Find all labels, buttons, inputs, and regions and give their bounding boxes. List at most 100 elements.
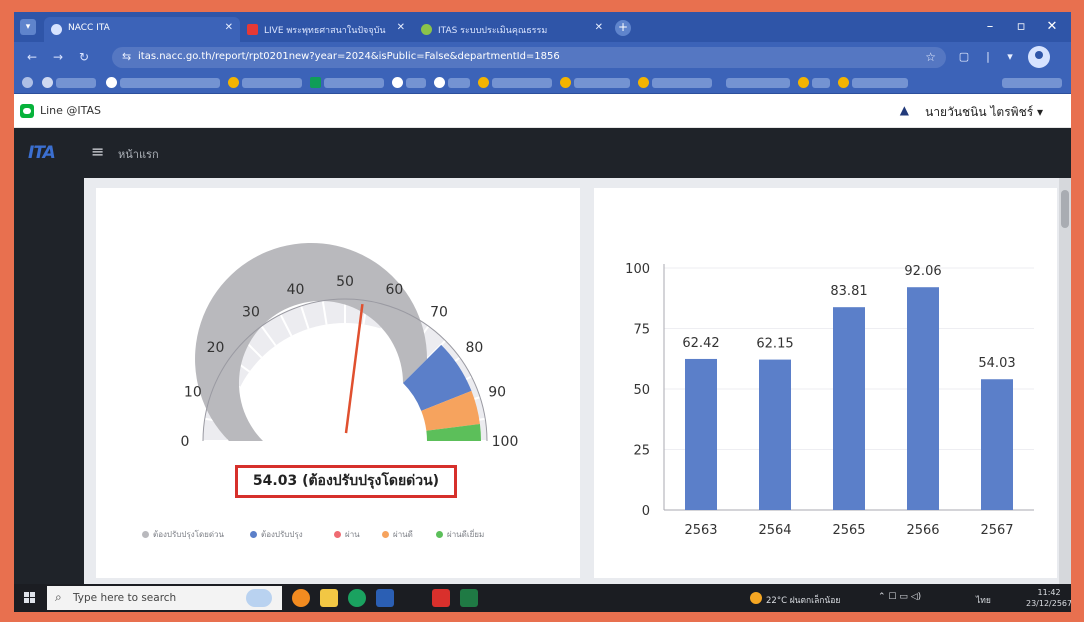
- close-icon[interactable]: ✕: [595, 22, 603, 33]
- back-icon[interactable]: ←: [24, 49, 40, 65]
- bookmark-icon[interactable]: [478, 77, 489, 88]
- bookmark-item[interactable]: [852, 78, 908, 88]
- bookmark-item[interactable]: [812, 78, 830, 88]
- user-menu[interactable]: นายวันชนิน ไตรพิชร์ ▾: [925, 103, 1043, 122]
- maximize-button[interactable]: ▫: [1007, 17, 1035, 37]
- page-scrollbar[interactable]: [1059, 178, 1071, 584]
- downloads-icon[interactable]: ▾: [1002, 49, 1018, 65]
- bookmark-item[interactable]: [652, 78, 712, 88]
- gauge-legend: ต้องปรับปรุงโดยด่วน ต้องปรับปรุง ผ่าน ผ่…: [142, 528, 562, 540]
- windows-start-icon[interactable]: [24, 592, 36, 604]
- x-tick-label: 2565: [832, 523, 865, 538]
- bookmark-icon[interactable]: [228, 77, 239, 88]
- tab-itas[interactable]: ITAS ระบบประเมินคุณธรรม ✕: [414, 17, 610, 42]
- legend-item[interactable]: ผ่านดี: [382, 528, 413, 541]
- word-icon[interactable]: [376, 589, 394, 607]
- bookmark-item[interactable]: [406, 78, 426, 88]
- bar[interactable]: [685, 358, 717, 510]
- bar-value-label: 62.42: [682, 336, 719, 351]
- site-info-icon[interactable]: ⇆: [122, 50, 131, 63]
- tab-nacc-ita[interactable]: NACC ITA ✕: [44, 17, 240, 42]
- bar[interactable]: [981, 379, 1013, 510]
- bookmark-item[interactable]: [242, 78, 302, 88]
- y-tick-label: 50: [633, 383, 650, 398]
- bookmark-icon[interactable]: [434, 77, 445, 88]
- bar-value-label: 92.06: [904, 264, 941, 279]
- chrome-icon[interactable]: [348, 589, 366, 607]
- bookmark-item[interactable]: [726, 78, 790, 88]
- ita-logo[interactable]: ITA: [28, 143, 56, 163]
- bookmark-icon[interactable]: [310, 77, 321, 88]
- bar[interactable]: [759, 359, 791, 510]
- acrobat-icon[interactable]: [432, 589, 450, 607]
- legend-label: ผ่านดีเยี่ยม: [447, 530, 485, 539]
- bookmark-icon[interactable]: [798, 77, 809, 88]
- scrollbar-thumb[interactable]: [1061, 190, 1069, 228]
- all-bookmarks-item[interactable]: [1002, 78, 1062, 88]
- main-content: 0 10 20 30 40 50 60 70 80 90 100 54.03 (ต้องปรับปร…: [84, 178, 1071, 584]
- gauge-tick-label: 50: [336, 274, 354, 290]
- bar-value-label: 62.15: [756, 337, 793, 352]
- x-tick-label: 2563: [684, 523, 717, 538]
- bookmark-icon[interactable]: [838, 77, 849, 88]
- favicon-icon: [51, 24, 62, 35]
- close-icon[interactable]: ✕: [225, 22, 233, 33]
- legend-item[interactable]: ผ่าน: [334, 528, 360, 541]
- bar[interactable]: [907, 287, 939, 510]
- bookmark-icon[interactable]: [392, 77, 403, 88]
- apps-icon[interactable]: [22, 77, 33, 88]
- tray-icons[interactable]: ⌃ ☐ ▭ ◁): [878, 592, 921, 602]
- profile-avatar[interactable]: [1028, 46, 1050, 68]
- notification-icon[interactable]: ▲: [900, 103, 909, 117]
- legend-item[interactable]: ต้องปรับปรุง: [250, 528, 303, 541]
- bookmark-icon[interactable]: [560, 77, 571, 88]
- file-explorer-icon[interactable]: [320, 589, 338, 607]
- browser-tab-strip: ▾ NACC ITA ✕ LIVE พระพุทธศาสนาในปัจจุบัน…: [14, 12, 1071, 42]
- weather-icon[interactable]: [750, 592, 762, 604]
- tab-search-icon[interactable]: ▾: [20, 19, 36, 35]
- minimize-button[interactable]: –: [976, 17, 1004, 37]
- bookmark-item[interactable]: [120, 78, 220, 88]
- address-bar[interactable]: ⇆ itas.nacc.go.th/report/rpt0201new?year…: [112, 47, 946, 68]
- legend-dot: [250, 531, 257, 538]
- legend-item[interactable]: ผ่านดีเยี่ยม: [436, 528, 484, 541]
- sidebar: [14, 178, 84, 584]
- youtube-icon: [247, 24, 258, 35]
- url-text: itas.nacc.go.th/report/rpt0201new?year=2…: [138, 51, 560, 62]
- new-tab-button[interactable]: +: [615, 20, 631, 36]
- weather-text[interactable]: 22°C ฝนตกเล็กน้อย: [766, 593, 840, 607]
- legend-item[interactable]: ต้องปรับปรุงโดยด่วน: [142, 528, 224, 541]
- reload-icon[interactable]: ↻: [76, 49, 92, 65]
- bar[interactable]: [833, 307, 865, 510]
- firefox-icon[interactable]: [292, 589, 310, 607]
- line-link[interactable]: Line @ITAS: [40, 104, 101, 117]
- bookmark-item[interactable]: [492, 78, 552, 88]
- tab-live[interactable]: LIVE พระพุทธศาสนาในปัจจุบัน ✕: [240, 17, 412, 42]
- forward-icon[interactable]: →: [50, 49, 66, 65]
- sidebar-icon[interactable]: |: [980, 49, 996, 65]
- close-icon[interactable]: ✕: [397, 22, 405, 33]
- bookmark-item[interactable]: [56, 78, 96, 88]
- bookmark-star-icon[interactable]: ☆: [925, 50, 936, 64]
- hamburger-menu-icon[interactable]: ≡: [91, 142, 104, 161]
- taskbar-search[interactable]: ⌕ Type here to search: [47, 586, 282, 610]
- bookmark-item[interactable]: [574, 78, 630, 88]
- extensions-icon[interactable]: ▢: [956, 49, 972, 65]
- close-window-button[interactable]: ✕: [1038, 17, 1066, 37]
- bar-chart-card: 0 25 50 75 100 62.42 2563 62.15 2564 83.81 2565 92.…: [594, 188, 1057, 578]
- x-tick-label: 2566: [906, 523, 939, 538]
- bookmark-icon[interactable]: [638, 77, 649, 88]
- line-icon[interactable]: [20, 104, 34, 118]
- google-icon[interactable]: [106, 77, 117, 88]
- excel-icon[interactable]: [460, 589, 478, 607]
- gauge-tick-label: 70: [430, 305, 448, 321]
- bookmark-item[interactable]: [324, 78, 384, 88]
- input-language[interactable]: ไทย: [976, 593, 991, 607]
- bookmark-item[interactable]: [448, 78, 470, 88]
- bookmark-icon[interactable]: [42, 77, 53, 88]
- site-top-bar: Line @ITAS ▲ นายวันชนิน ไตรพิชร์ ▾: [14, 94, 1071, 128]
- x-tick-label: 2567: [980, 523, 1013, 538]
- clock-time: 11:42: [1037, 588, 1061, 597]
- taskbar-clock[interactable]: 11:42 23/12/2567: [1026, 587, 1071, 609]
- breadcrumb-home[interactable]: หน้าแรก: [118, 145, 159, 163]
